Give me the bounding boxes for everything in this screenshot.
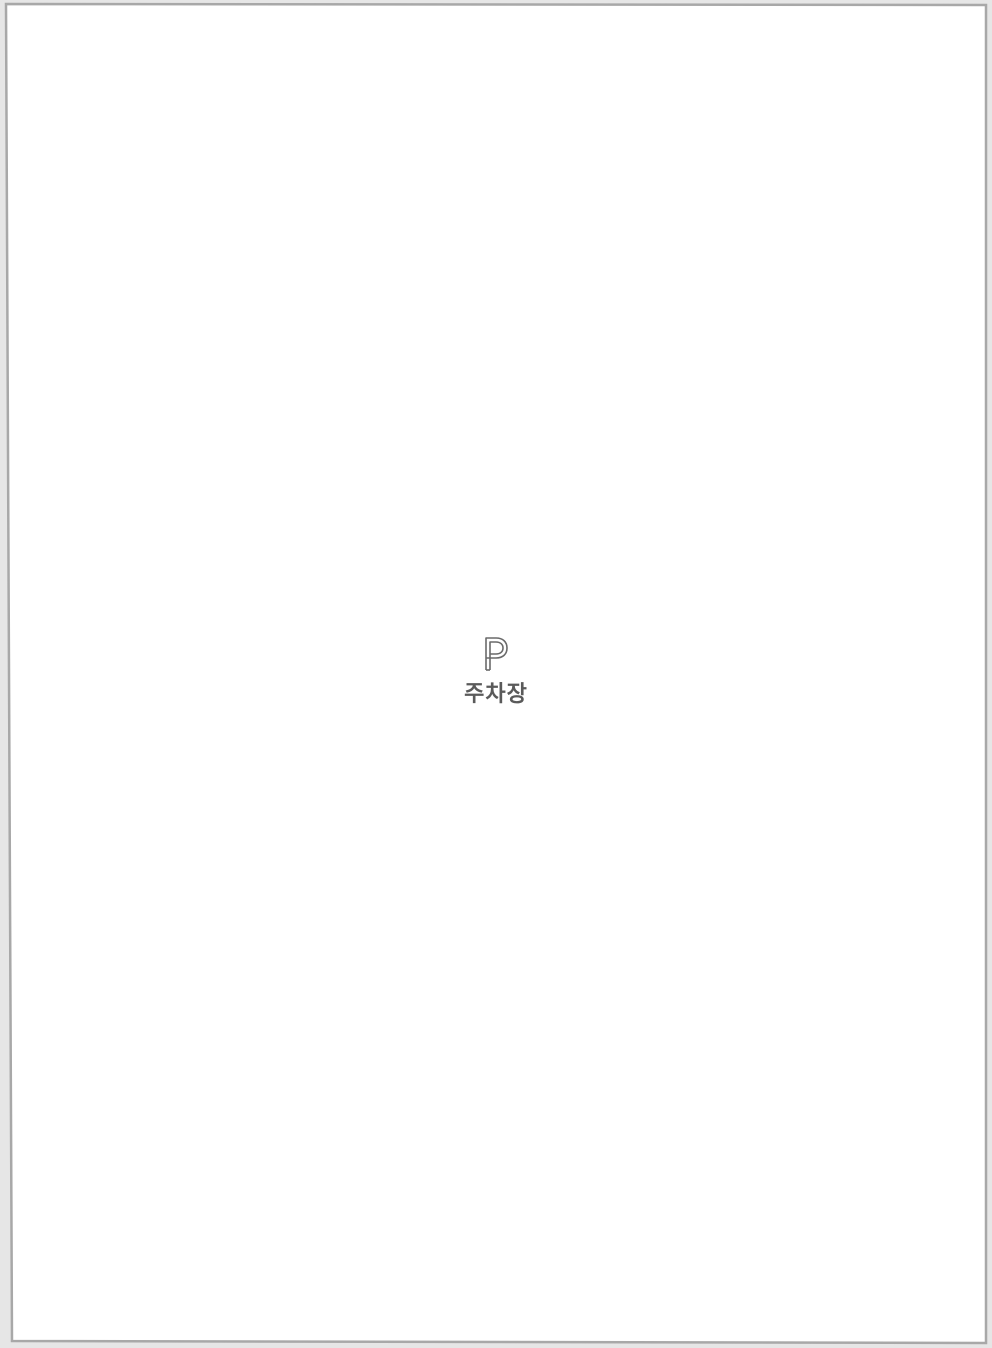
parking-icon [485,637,508,671]
parking-area[interactable]: 주차장 [0,636,992,706]
room-label: 주차장 [464,682,528,707]
